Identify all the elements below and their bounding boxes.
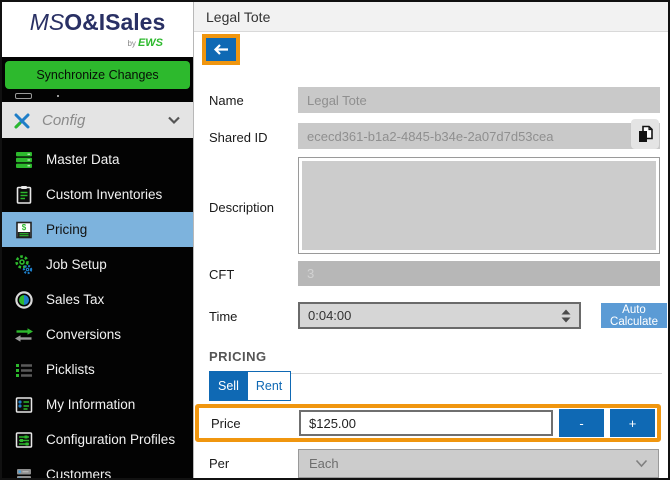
sidebar-item-configuration-profiles[interactable]: Configuration Profiles xyxy=(2,422,193,457)
page-header: Legal Tote xyxy=(194,2,668,32)
pricing-icon: $ xyxy=(16,221,32,238)
price-decrement-button[interactable]: - xyxy=(559,409,604,437)
config-section-label: Config xyxy=(42,111,86,129)
svg-text:$: $ xyxy=(22,223,27,232)
page-title: Legal Tote xyxy=(206,8,271,25)
copy-icon xyxy=(639,125,653,142)
per-label: Per xyxy=(209,456,230,471)
customers-icon xyxy=(17,468,31,478)
auto-calculate-button[interactable]: Auto Calculate xyxy=(601,303,667,328)
description-label: Description xyxy=(209,200,275,215)
chevron-down-icon xyxy=(168,116,180,125)
sidebar-item-label: My Information xyxy=(46,397,136,412)
logo-ms: MS xyxy=(29,9,65,35)
sidebar-item-conversions[interactable]: Conversions xyxy=(2,317,193,352)
name-label: Name xyxy=(209,93,244,108)
description-textarea-fill xyxy=(302,161,656,250)
name-input[interactable] xyxy=(298,87,660,113)
sell-rent-tabs: Sell Rent xyxy=(209,371,292,401)
description-textarea[interactable] xyxy=(298,157,660,254)
logo-brand: O&ISales xyxy=(64,9,166,35)
clipped-item-dot xyxy=(57,95,59,97)
cft-input[interactable] xyxy=(298,261,660,286)
clipped-scrolled-item xyxy=(2,89,193,102)
chevron-down-icon xyxy=(635,459,648,468)
app-window: MSO&ISales by EWS Synchronize Changes Con… xyxy=(0,0,670,480)
sidebar-item-job-setup[interactable]: Job Setup xyxy=(2,247,193,282)
back-button[interactable] xyxy=(206,38,236,61)
price-row-highlight: Price - + xyxy=(195,404,661,442)
logo-by: by xyxy=(127,39,136,48)
price-label: Price xyxy=(211,415,241,431)
sidebar-item-custom-inventories[interactable]: Custom Inventories xyxy=(2,177,193,212)
per-dropdown[interactable]: Each xyxy=(298,449,659,478)
sales-tax-icon xyxy=(15,290,33,309)
main-content: Legal Tote Name Shared ID Description xyxy=(193,2,668,478)
time-input[interactable] xyxy=(298,302,581,329)
sidebar-item-sales-tax[interactable]: Sales Tax xyxy=(2,282,193,317)
sidebar-item-label: Master Data xyxy=(46,152,120,167)
my-information-icon xyxy=(15,396,33,413)
custom-inventories-icon xyxy=(16,185,32,204)
pricing-section-title: PRICING xyxy=(209,349,267,364)
clipped-item-outline xyxy=(15,93,32,99)
spinner-arrows-icon xyxy=(561,309,571,322)
copy-button[interactable] xyxy=(631,119,659,149)
price-increment-button[interactable]: + xyxy=(610,409,655,437)
sidebar-item-label: Conversions xyxy=(46,327,122,342)
job-setup-icon xyxy=(15,254,33,274)
synchronize-changes-button[interactable]: Synchronize Changes xyxy=(5,61,190,89)
sidebar-item-master-data[interactable]: Master Data xyxy=(2,142,193,177)
sidebar-item-label: Customers xyxy=(46,467,112,480)
price-input[interactable] xyxy=(299,410,553,436)
sidebar-item-my-information[interactable]: My Information xyxy=(2,387,193,422)
master-data-icon xyxy=(16,151,32,168)
shared-id-input[interactable] xyxy=(298,123,660,149)
sidebar-item-label: Picklists xyxy=(46,362,95,377)
configuration-profiles-icon xyxy=(15,431,33,448)
sidebar-item-label: Custom Inventories xyxy=(46,187,163,202)
per-dropdown-value: Each xyxy=(309,456,339,471)
sidebar-item-label: Job Setup xyxy=(46,257,107,272)
back-button-highlight xyxy=(202,34,240,65)
sidebar-item-label: Configuration Profiles xyxy=(46,432,176,447)
sidebar-item-label: Pricing xyxy=(46,222,88,237)
logo-text: MSO&ISales xyxy=(2,9,193,36)
picklists-icon xyxy=(16,363,32,377)
arrow-left-icon xyxy=(213,44,228,55)
sidebar-item-pricing[interactable]: $ Pricing xyxy=(2,212,193,247)
sidebar-section-config[interactable]: Config xyxy=(2,102,193,138)
sidebar-item-customers[interactable]: Customers xyxy=(2,457,193,480)
time-label: Time xyxy=(209,309,238,324)
conversions-icon xyxy=(15,327,33,342)
sidebar-item-picklists[interactable]: Picklists xyxy=(2,352,193,387)
app-logo: MSO&ISales by EWS xyxy=(2,2,193,57)
tab-sell[interactable]: Sell xyxy=(209,371,248,401)
sidebar-item-label: Sales Tax xyxy=(46,292,105,307)
time-spinner[interactable] xyxy=(556,306,576,325)
logo-company: EWS xyxy=(137,37,163,49)
tab-rent[interactable]: Rent xyxy=(247,371,292,401)
sidebar: MSO&ISales by EWS Synchronize Changes Con… xyxy=(2,2,193,478)
shared-id-label: Shared ID xyxy=(209,130,268,145)
tools-icon xyxy=(14,113,30,129)
cft-label: CFT xyxy=(209,267,235,282)
sidebar-nav: Master Data Custom Inventories $ Pricing xyxy=(2,142,193,480)
